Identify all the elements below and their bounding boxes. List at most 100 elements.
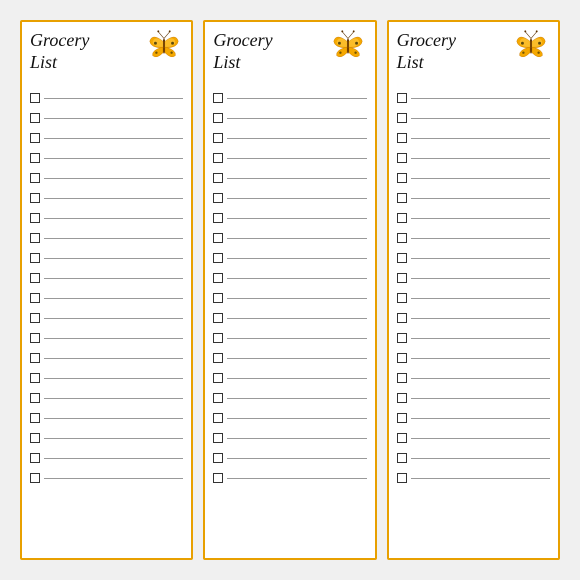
- checkbox[interactable]: [30, 373, 40, 383]
- list-item[interactable]: [397, 448, 550, 468]
- checkbox[interactable]: [397, 373, 407, 383]
- list-item[interactable]: [30, 308, 183, 328]
- list-item[interactable]: [397, 208, 550, 228]
- list-item[interactable]: [397, 128, 550, 148]
- list-item[interactable]: [30, 468, 183, 488]
- checkbox[interactable]: [397, 113, 407, 123]
- checkbox[interactable]: [397, 453, 407, 463]
- checkbox[interactable]: [397, 473, 407, 483]
- checkbox[interactable]: [30, 413, 40, 423]
- checkbox[interactable]: [397, 193, 407, 203]
- list-item[interactable]: [30, 268, 183, 288]
- checkbox[interactable]: [30, 313, 40, 323]
- checkbox[interactable]: [213, 213, 223, 223]
- checkbox[interactable]: [213, 253, 223, 263]
- checkbox[interactable]: [213, 173, 223, 183]
- list-item[interactable]: [30, 228, 183, 248]
- checkbox[interactable]: [213, 193, 223, 203]
- checkbox[interactable]: [397, 333, 407, 343]
- checkbox[interactable]: [397, 93, 407, 103]
- list-item[interactable]: [213, 128, 366, 148]
- list-item[interactable]: [30, 88, 183, 108]
- list-item[interactable]: [30, 288, 183, 308]
- checkbox[interactable]: [213, 313, 223, 323]
- list-item[interactable]: [30, 168, 183, 188]
- checkbox[interactable]: [397, 273, 407, 283]
- checkbox[interactable]: [30, 393, 40, 403]
- checkbox[interactable]: [30, 233, 40, 243]
- list-item[interactable]: [30, 348, 183, 368]
- list-item[interactable]: [213, 288, 366, 308]
- checkbox[interactable]: [213, 473, 223, 483]
- list-item[interactable]: [213, 448, 366, 468]
- checkbox[interactable]: [213, 433, 223, 443]
- checkbox[interactable]: [397, 313, 407, 323]
- checkbox[interactable]: [213, 453, 223, 463]
- checkbox[interactable]: [213, 333, 223, 343]
- checkbox[interactable]: [213, 93, 223, 103]
- list-item[interactable]: [30, 368, 183, 388]
- checkbox[interactable]: [213, 293, 223, 303]
- checkbox[interactable]: [30, 433, 40, 443]
- list-item[interactable]: [213, 228, 366, 248]
- checkbox[interactable]: [30, 333, 40, 343]
- list-item[interactable]: [30, 108, 183, 128]
- list-item[interactable]: [397, 468, 550, 488]
- checkbox[interactable]: [30, 453, 40, 463]
- list-item[interactable]: [30, 128, 183, 148]
- list-item[interactable]: [213, 468, 366, 488]
- list-item[interactable]: [213, 108, 366, 128]
- list-item[interactable]: [397, 368, 550, 388]
- checkbox[interactable]: [30, 213, 40, 223]
- list-item[interactable]: [397, 328, 550, 348]
- checkbox[interactable]: [30, 273, 40, 283]
- list-item[interactable]: [30, 208, 183, 228]
- checkbox[interactable]: [30, 113, 40, 123]
- checkbox[interactable]: [213, 113, 223, 123]
- checkbox[interactable]: [397, 153, 407, 163]
- list-item[interactable]: [397, 308, 550, 328]
- list-item[interactable]: [397, 408, 550, 428]
- list-item[interactable]: [397, 428, 550, 448]
- checkbox[interactable]: [397, 393, 407, 403]
- checkbox[interactable]: [213, 353, 223, 363]
- list-item[interactable]: [30, 188, 183, 208]
- checkbox[interactable]: [30, 473, 40, 483]
- list-item[interactable]: [213, 428, 366, 448]
- list-item[interactable]: [30, 248, 183, 268]
- list-item[interactable]: [213, 308, 366, 328]
- checkbox[interactable]: [30, 93, 40, 103]
- list-item[interactable]: [397, 148, 550, 168]
- checkbox[interactable]: [213, 233, 223, 243]
- list-item[interactable]: [397, 228, 550, 248]
- checkbox[interactable]: [397, 353, 407, 363]
- list-item[interactable]: [213, 328, 366, 348]
- checkbox[interactable]: [30, 153, 40, 163]
- list-item[interactable]: [397, 268, 550, 288]
- list-item[interactable]: [30, 428, 183, 448]
- checkbox[interactable]: [213, 373, 223, 383]
- checkbox[interactable]: [213, 133, 223, 143]
- list-item[interactable]: [213, 368, 366, 388]
- list-item[interactable]: [30, 388, 183, 408]
- list-item[interactable]: [213, 188, 366, 208]
- list-item[interactable]: [30, 148, 183, 168]
- list-item[interactable]: [397, 88, 550, 108]
- list-item[interactable]: [213, 268, 366, 288]
- list-item[interactable]: [213, 148, 366, 168]
- checkbox[interactable]: [30, 353, 40, 363]
- list-item[interactable]: [213, 88, 366, 108]
- checkbox[interactable]: [397, 173, 407, 183]
- list-item[interactable]: [397, 348, 550, 368]
- checkbox[interactable]: [213, 393, 223, 403]
- checkbox[interactable]: [30, 293, 40, 303]
- list-item[interactable]: [213, 208, 366, 228]
- checkbox[interactable]: [30, 173, 40, 183]
- list-item[interactable]: [30, 328, 183, 348]
- list-item[interactable]: [397, 188, 550, 208]
- list-item[interactable]: [30, 448, 183, 468]
- checkbox[interactable]: [213, 413, 223, 423]
- checkbox[interactable]: [397, 213, 407, 223]
- checkbox[interactable]: [397, 133, 407, 143]
- checkbox[interactable]: [30, 133, 40, 143]
